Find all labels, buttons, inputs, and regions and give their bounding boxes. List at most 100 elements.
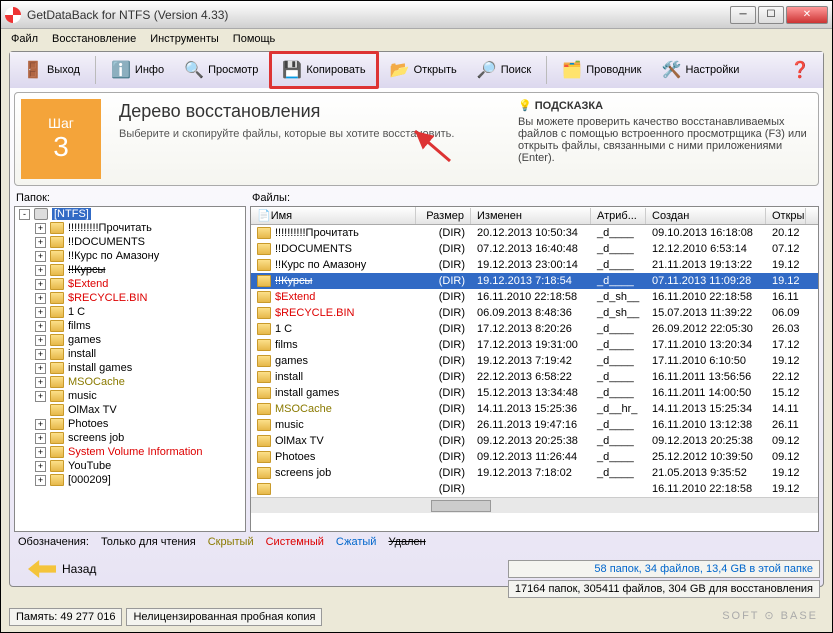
folder-icon [257,419,271,431]
folder-tree[interactable]: -[NTFS]+!!!!!!!!!!Прочитать+!!DOCUMENTS+… [14,206,246,532]
file-list[interactable]: 📄 Имя Размер Изменен Атриб... Создан Отк… [250,206,819,532]
expand-icon[interactable]: + [35,223,46,234]
legend: Обозначения: Только для чтения Скрытый С… [10,532,823,552]
maximize-button[interactable]: ☐ [758,6,784,24]
file-row[interactable]: 1 C(DIR)17.12.2013 8:20:26_d____26.09.20… [251,321,818,337]
expand-icon[interactable]: + [35,349,46,360]
tree-item[interactable]: +MSOCache [15,375,245,389]
expand-icon[interactable]: + [35,363,46,374]
tree-item-label: System Volume Information [68,446,203,458]
tree-item[interactable]: -[NTFS] [15,207,245,221]
file-row[interactable]: $Extend(DIR)16.11.2010 22:18:58_d_sh__16… [251,289,818,305]
settings-icon: 🛠️ [661,60,681,80]
folder-icon [50,390,64,402]
info-panel: Шаг 3 Дерево восстановления Выберите и с… [14,92,819,186]
exit-button[interactable]: 🚪Выход [14,55,89,85]
col-opened[interactable]: Откры [766,208,806,224]
file-row[interactable]: !!DOCUMENTS(DIR)07.12.2013 16:40:48_d___… [251,241,818,257]
explorer-button[interactable]: 🗂️Проводник [553,55,650,85]
minimize-button[interactable]: ─ [730,6,756,24]
menu-file[interactable]: Файл [11,33,38,45]
expand-icon[interactable]: + [35,377,46,388]
file-row[interactable]: Photoes(DIR)09.12.2013 11:26:44_d____25.… [251,449,818,465]
file-row[interactable]: MSOCache(DIR)14.11.2013 15:25:36_d__hr_1… [251,401,818,417]
menu-help[interactable]: Помощь [233,33,276,45]
expand-icon[interactable]: + [35,475,46,486]
file-row[interactable]: (DIR)16.11.2010 22:18:5819.12 [251,481,818,497]
tree-item[interactable]: +games [15,333,245,347]
expand-icon[interactable]: + [35,237,46,248]
tree-item[interactable]: +$RECYCLE.BIN [15,291,245,305]
open-button[interactable]: 📂Открыть [381,55,466,85]
expand-icon[interactable]: + [35,279,46,290]
file-row[interactable]: OlMax TV(DIR)09.12.2013 20:25:38_d____09… [251,433,818,449]
file-row[interactable]: music(DIR)26.11.2013 19:47:16_d____16.11… [251,417,818,433]
tree-item[interactable]: +!!!!!!!!!!Прочитать [15,221,245,235]
tree-item[interactable]: + install games [15,361,245,375]
file-row[interactable]: $RECYCLE.BIN(DIR)06.09.2013 8:48:36_d_sh… [251,305,818,321]
tree-item[interactable]: +!!Курсы [15,263,245,277]
expand-icon[interactable]: + [35,251,46,262]
menu-recovery[interactable]: Восстановление [52,33,136,45]
close-button[interactable]: ✕ [786,6,828,24]
copy-button[interactable]: 💾Копировать [273,55,374,85]
search-button[interactable]: 🔎Поиск [468,55,540,85]
menu-tools[interactable]: Инструменты [150,33,219,45]
file-row[interactable]: films(DIR)17.12.2013 19:31:00_d____17.11… [251,337,818,353]
expand-icon[interactable]: - [19,209,30,220]
tree-item[interactable]: +screens job [15,431,245,445]
folder-icon [50,474,64,486]
folder-icon [257,387,271,399]
tree-item-label: install games [68,362,132,374]
view-button[interactable]: 🔍Просмотр [175,55,267,85]
tree-item[interactable]: + System Volume Information [15,445,245,459]
tree-item[interactable]: +!!DOCUMENTS [15,235,245,249]
expand-icon[interactable]: + [35,265,46,276]
file-row[interactable]: install(DIR)22.12.2013 6:58:22_d____16.1… [251,369,818,385]
col-modified[interactable]: Изменен [471,208,591,224]
file-row[interactable]: !!Курсы(DIR)19.12.2013 7:18:54_d____07.1… [251,273,818,289]
menubar: Файл Восстановление Инструменты Помощь [5,29,828,49]
horizontal-scrollbar[interactable] [251,497,818,513]
expand-icon[interactable]: + [35,307,46,318]
tree-item[interactable]: OlMax TV [15,403,245,417]
help-button[interactable]: ❓ [781,55,819,85]
expand-icon[interactable]: + [35,461,46,472]
hint-box: ПОДСКАЗКА Вы можете проверить качество в… [508,93,818,185]
tree-item[interactable]: +!!Курс по Амазону [15,249,245,263]
col-size[interactable]: Размер [416,208,471,224]
col-attr[interactable]: Атриб... [591,208,646,224]
expand-icon[interactable]: + [35,321,46,332]
tree-item[interactable]: +[000209] [15,473,245,487]
col-name[interactable]: 📄 Имя [251,207,416,224]
settings-button[interactable]: 🛠️Настройки [652,55,748,85]
expand-icon[interactable]: + [35,335,46,346]
col-created[interactable]: Создан [646,208,766,224]
tree-item[interactable]: +films [15,319,245,333]
info-button[interactable]: ℹ️Инфо [102,55,173,85]
file-row[interactable]: games(DIR)19.12.2013 7:19:42_d____17.11.… [251,353,818,369]
file-row[interactable]: !!!!!!!!!!Прочитать(DIR)20.12.2013 10:50… [251,225,818,241]
tree-item[interactable]: + music [15,389,245,403]
folder-icon [50,292,64,304]
tree-item[interactable]: +$Extend [15,277,245,291]
tree-item-label: music [68,390,97,402]
total-summary: 17164 папок, 305411 файлов, 304 GB для в… [508,580,820,598]
tree-item[interactable]: +install [15,347,245,361]
back-button[interactable]: Назад [18,556,106,582]
file-row[interactable]: screens job(DIR)19.12.2013 7:18:02_d____… [251,465,818,481]
expand-icon[interactable]: + [35,433,46,444]
file-row[interactable]: install games(DIR)15.12.2013 13:34:48_d_… [251,385,818,401]
expand-icon[interactable]: + [35,419,46,430]
tree-item[interactable]: +1 C [15,305,245,319]
tree-item[interactable]: +YouTube [15,459,245,473]
folder-icon [50,460,64,472]
expand-icon[interactable]: + [35,293,46,304]
watermark: SOFT ⊙ BASE [722,609,818,622]
expand-icon[interactable]: + [35,391,46,402]
folder-icon [257,403,271,415]
tree-item[interactable]: +Photoes [15,417,245,431]
file-row[interactable]: !!Курс по Амазону(DIR)19.12.2013 23:00:1… [251,257,818,273]
expand-icon[interactable]: + [35,447,46,458]
step-badge: Шаг 3 [21,99,101,179]
